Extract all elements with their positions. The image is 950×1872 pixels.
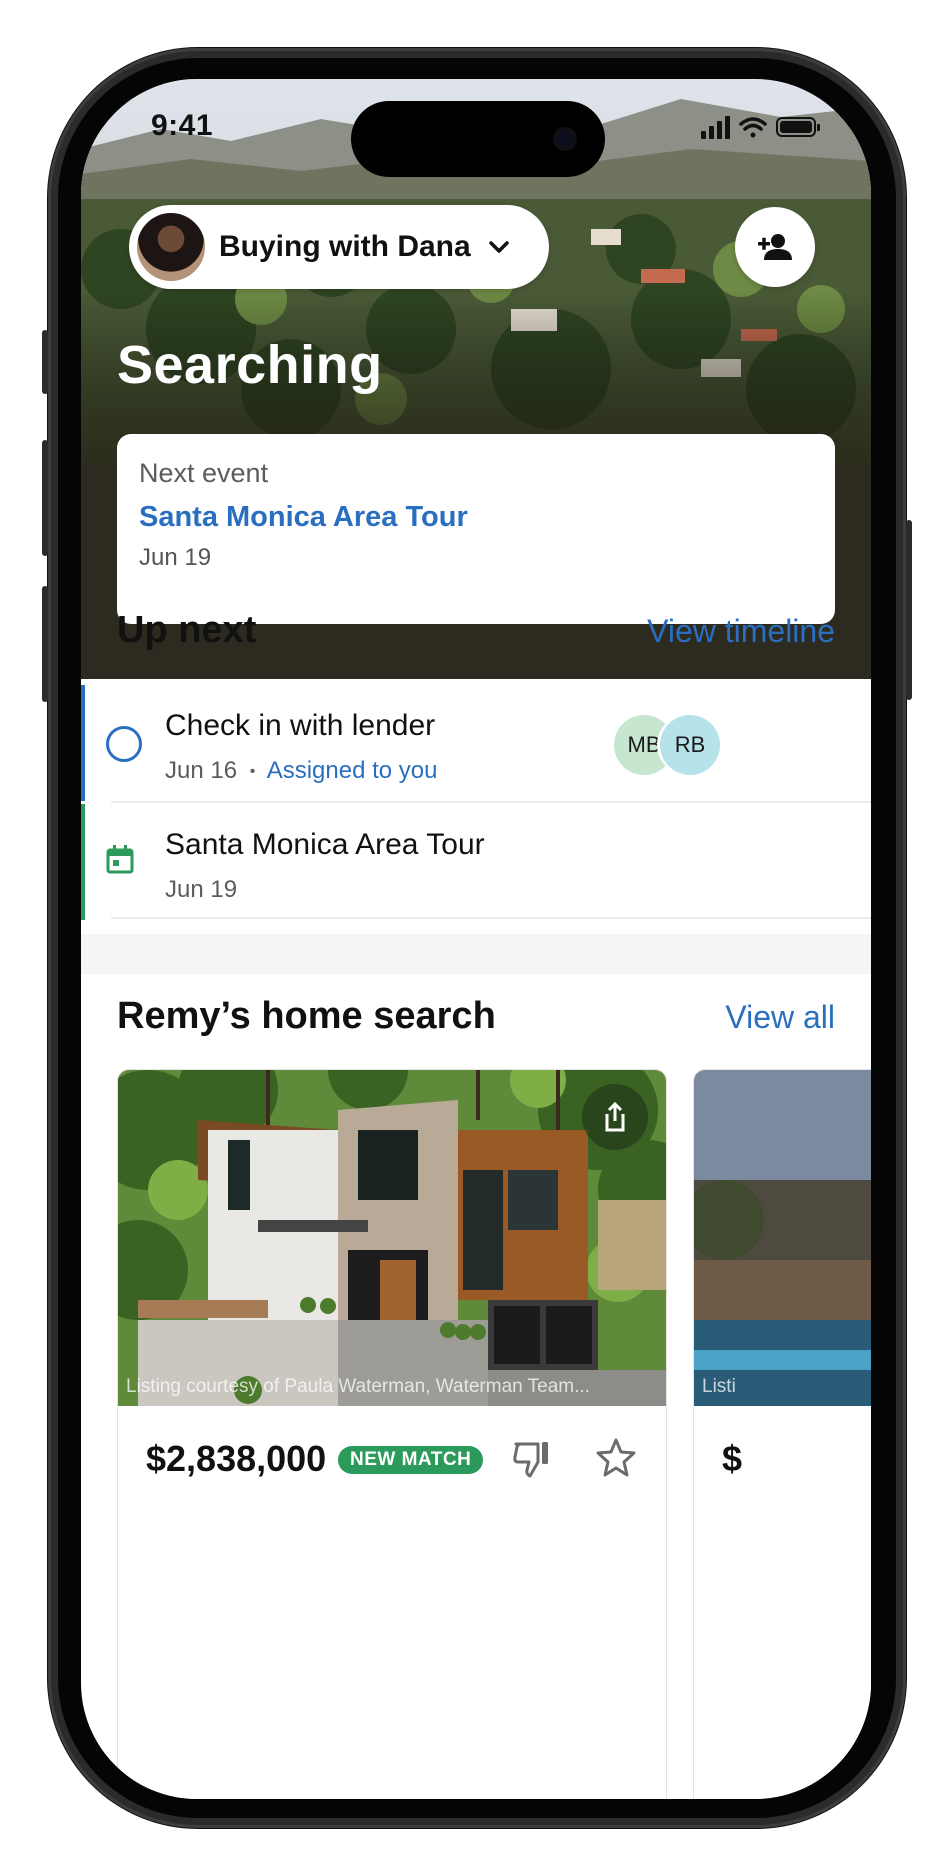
front-camera-icon [553, 127, 577, 151]
volume-up-button [42, 440, 48, 556]
listing-price: $ [722, 1438, 743, 1479]
section-separator [81, 934, 871, 974]
task-row[interactable]: Santa Monica Area Tour Jun 19 [81, 804, 871, 920]
task-title: Santa Monica Area Tour [165, 828, 485, 861]
next-event-kicker: Next event [139, 458, 269, 488]
listing-photo[interactable] [694, 1070, 871, 1406]
task-assignee: Assigned to you [266, 757, 438, 784]
team-switcher-label: Buying with Dana [219, 230, 471, 263]
add-collaborator-button[interactable] [735, 207, 815, 287]
action-button [42, 330, 48, 394]
meta-separator: • [249, 762, 256, 780]
thumbs-down-icon[interactable] [510, 1436, 554, 1480]
chevron-down-icon [488, 241, 509, 253]
listing-card[interactable]: Listi $ [693, 1069, 871, 1799]
cellular-signal-icon [701, 116, 730, 139]
listing-card[interactable]: Listing courtesy of Paula Waterman, Wate… [117, 1069, 667, 1799]
page-title: Searching [117, 335, 383, 395]
dynamic-island [351, 101, 605, 177]
listing-courtesy: Listing courtesy of Paula Waterman, Wate… [126, 1376, 590, 1397]
battery-icon [776, 117, 820, 137]
task-row[interactable]: Check in with lender Jun 16 • Assigned t… [81, 685, 871, 801]
circle-checkbox-icon[interactable] [105, 725, 143, 763]
avatar: RB [660, 715, 720, 775]
task-divider [111, 801, 871, 803]
up-next-header: Up next View timeline [117, 609, 835, 652]
volume-down-button [42, 586, 48, 702]
status-icons [701, 116, 820, 139]
task-date: Jun 19 [165, 876, 238, 903]
next-event-card[interactable]: Next event Santa Monica Area Tour Jun 19 [117, 434, 835, 624]
share-icon [605, 1102, 625, 1132]
team-switcher[interactable]: Buying with Dana [129, 205, 549, 289]
task-divider [111, 917, 871, 919]
up-next-title: Up next [117, 609, 257, 651]
view-timeline-link[interactable]: View timeline [647, 613, 835, 650]
task-accent-bar [81, 804, 85, 920]
task-accent-bar [81, 685, 85, 801]
status-time: 9:41 [151, 109, 214, 142]
new-match-badge: NEW MATCH [338, 1446, 484, 1474]
next-event-link[interactable]: Santa Monica Area Tour [139, 501, 813, 534]
add-person-icon [758, 234, 792, 260]
home-search-header: Remy’s home search View all [117, 995, 835, 1038]
star-icon[interactable] [594, 1436, 638, 1480]
task-meta: Jun 16 • Assigned to you [165, 757, 437, 785]
app-screen: 9:41 Buying with Dana Searching Next eve… [81, 79, 871, 1799]
listing-courtesy: Listi [702, 1376, 736, 1397]
view-all-link[interactable]: View all [725, 999, 835, 1036]
calendar-icon [106, 845, 134, 874]
power-button [906, 520, 912, 700]
wifi-icon [739, 117, 767, 138]
agent-avatar [137, 213, 205, 281]
task-title: Check in with lender [165, 709, 436, 742]
listing-price: $2,838,000 [146, 1438, 327, 1479]
share-button[interactable] [582, 1084, 648, 1150]
hero-header: 9:41 Buying with Dana Searching Next eve… [81, 79, 871, 679]
home-search-title: Remy’s home search [117, 995, 496, 1037]
task-date: Jun 16 [165, 757, 238, 784]
next-event-date: Jun 19 [139, 544, 212, 571]
